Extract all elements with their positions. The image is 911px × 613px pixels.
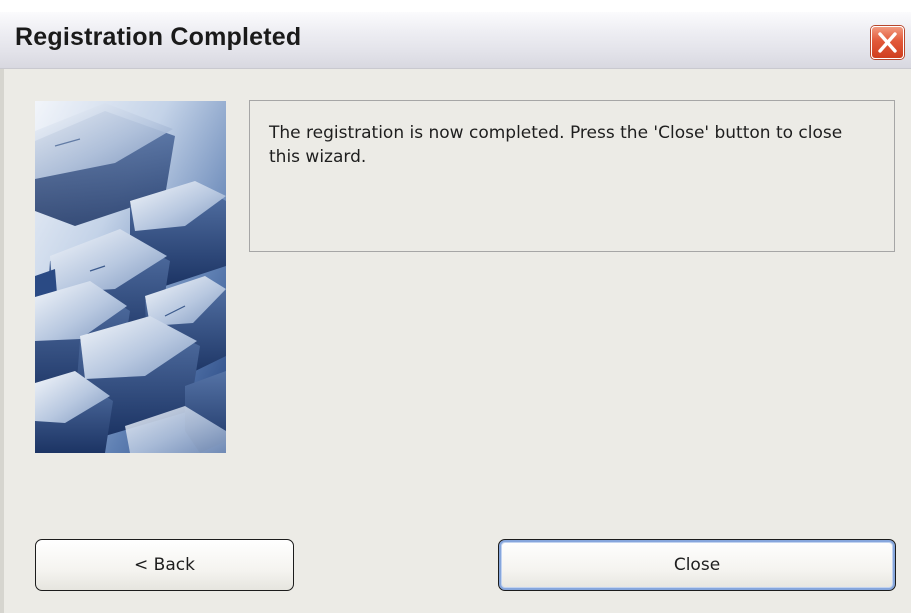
keyboard-illustration: [35, 101, 226, 453]
close-window-button[interactable]: [871, 26, 904, 59]
back-button-label: < Back: [134, 555, 195, 575]
window-left-border: [0, 69, 4, 613]
title-bar[interactable]: Registration Completed: [0, 12, 911, 69]
registration-dialog: Registration Completed The registration …: [0, 12, 911, 613]
close-icon: [878, 32, 897, 53]
message-panel: The registration is now completed. Press…: [249, 100, 895, 252]
close-button[interactable]: Close: [498, 539, 896, 591]
completion-message: The registration is now completed. Press…: [269, 123, 843, 167]
window-title: Registration Completed: [15, 23, 302, 51]
close-button-label: Close: [673, 555, 721, 575]
back-button[interactable]: < Back: [35, 539, 294, 591]
keyboard-keys-image: [35, 101, 226, 453]
